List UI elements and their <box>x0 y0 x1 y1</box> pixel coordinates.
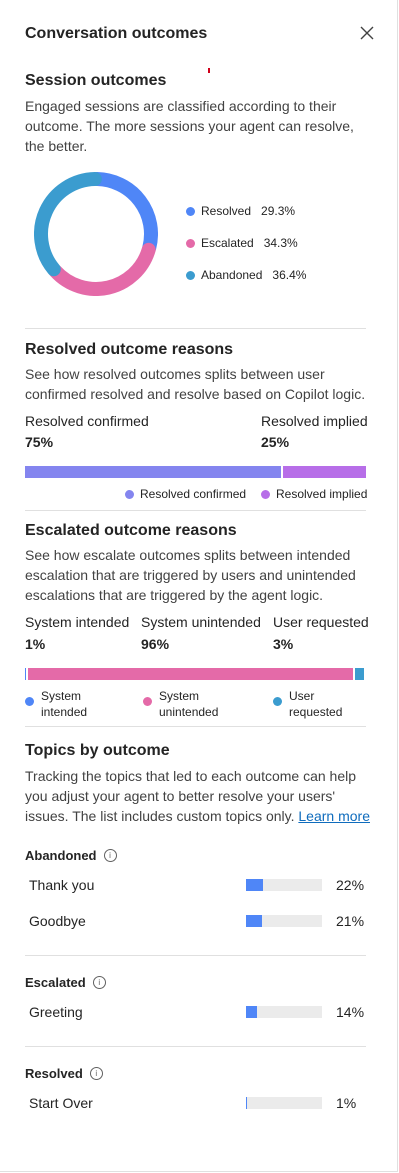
topics-heading: Topics by outcome <box>25 742 170 759</box>
resolved-confirmed-label: Resolved confirmed <box>25 413 149 429</box>
system-unintended-value: 96% <box>141 636 170 652</box>
session-outcomes-donut-chart <box>34 172 158 296</box>
topics-description: Tracking the topics that led to each out… <box>25 768 370 824</box>
legend-user-requested: User requested <box>273 688 342 720</box>
resolved-reasons-description: See how resolved outcomes splits between… <box>25 366 366 402</box>
topic-bar <box>246 879 322 891</box>
topic-name: Greeting <box>29 1004 83 1020</box>
system-intended-segment <box>25 668 26 680</box>
system-unintended-label: System unintended <box>141 614 261 630</box>
resolved-split-bar <box>25 466 366 478</box>
system-intended-label: System intended <box>25 614 130 630</box>
conversation-outcomes-panel: Conversation outcomes Session outcomes E… <box>0 0 398 1172</box>
topic-bar-fill <box>246 1097 247 1109</box>
legend-dot <box>186 270 195 280</box>
legend-percent: 29.3% <box>261 204 296 218</box>
legend-system-intended: System intended <box>25 688 87 720</box>
user-requested-segment <box>355 668 364 680</box>
info-icon[interactable]: i <box>89 1067 103 1080</box>
resolved-reasons-heading: Resolved outcome reasons <box>25 341 234 358</box>
system-unintended-segment <box>28 668 353 680</box>
divider <box>25 726 366 727</box>
topic-name: Start Over <box>29 1095 93 1111</box>
donut-slice-abandoned <box>34 172 102 277</box>
resolved-implied-segment <box>283 466 366 478</box>
session-outcomes-heading: Session outcomes <box>25 72 167 89</box>
topic-bar <box>246 1006 322 1018</box>
divider <box>25 955 366 956</box>
resolved-implied-label: Resolved implied <box>261 413 368 429</box>
legend-resolved-confirmed: Resolved confirmed <box>125 487 246 501</box>
legend-label: System unintended <box>159 689 219 719</box>
group-escalated: Escalated i <box>25 975 106 990</box>
topic-bar-fill <box>246 1006 257 1018</box>
escalated-reasons-description: See how escalate outcomes splits between… <box>25 547 356 603</box>
legend-label: Abandoned <box>201 268 263 282</box>
panel-title: Conversation outcomes <box>25 25 208 42</box>
marker <box>208 68 210 73</box>
topic-bar <box>246 1097 322 1109</box>
divider <box>25 328 366 329</box>
group-abandoned: Abandoned i <box>25 848 117 863</box>
topic-name: Goodbye <box>29 913 86 929</box>
topic-percent: 14% <box>336 1004 365 1020</box>
legend-resolved: Resolved 29.3% <box>186 204 295 218</box>
legend-dot <box>143 697 152 706</box>
legend-percent: 36.4% <box>272 268 307 282</box>
resolved-implied-value: 25% <box>261 434 290 450</box>
user-requested-label: User requested <box>273 614 369 630</box>
donut-slice-escalated <box>48 242 156 296</box>
legend-abandoned: Abandoned 36.4% <box>186 268 306 282</box>
learn-more-link[interactable]: Learn more <box>298 808 370 824</box>
divider <box>25 510 366 511</box>
topic-bar <box>246 915 322 927</box>
legend-percent: 34.3% <box>263 236 298 250</box>
legend-escalated: Escalated 34.3% <box>186 236 298 250</box>
topic-percent: 1% <box>336 1095 357 1111</box>
resolved-confirmed-value: 75% <box>25 434 54 450</box>
topic-percent: 21% <box>336 913 365 929</box>
info-icon[interactable]: i <box>92 976 106 989</box>
legend-label: Resolved confirmed <box>140 487 247 501</box>
info-icon[interactable]: i <box>103 849 117 862</box>
topic-percent: 22% <box>336 877 365 893</box>
legend-label: Escalated <box>201 236 254 250</box>
escalated-split-bar <box>25 668 366 680</box>
donut-slice-resolved <box>90 172 158 255</box>
legend-system-unintended: System unintended <box>143 688 218 720</box>
divider <box>25 1046 366 1047</box>
topic-bar-fill <box>246 879 263 891</box>
legend-dot <box>186 206 195 216</box>
escalated-reasons-heading: Escalated outcome reasons <box>25 522 237 539</box>
legend-dot <box>261 489 270 499</box>
legend-label: Resolved <box>201 204 252 218</box>
topic-bar-fill <box>246 915 262 927</box>
group-resolved: Resolved i <box>25 1066 103 1081</box>
legend-resolved-implied: Resolved implied <box>261 487 367 501</box>
legend-label: User requested <box>289 689 343 719</box>
session-outcomes-description: Engaged sessions are classified accordin… <box>25 98 354 154</box>
system-intended-value: 1% <box>25 636 46 652</box>
legend-dot <box>25 697 34 706</box>
close-icon[interactable] <box>358 24 376 42</box>
resolved-confirmed-segment <box>25 466 281 478</box>
user-requested-value: 3% <box>273 636 294 652</box>
legend-dot <box>273 697 282 706</box>
legend-dot <box>125 489 134 499</box>
legend-label: System intended <box>41 689 88 719</box>
topic-name: Thank you <box>29 877 95 893</box>
legend-label: Resolved implied <box>276 487 368 501</box>
legend-dot <box>186 238 195 248</box>
